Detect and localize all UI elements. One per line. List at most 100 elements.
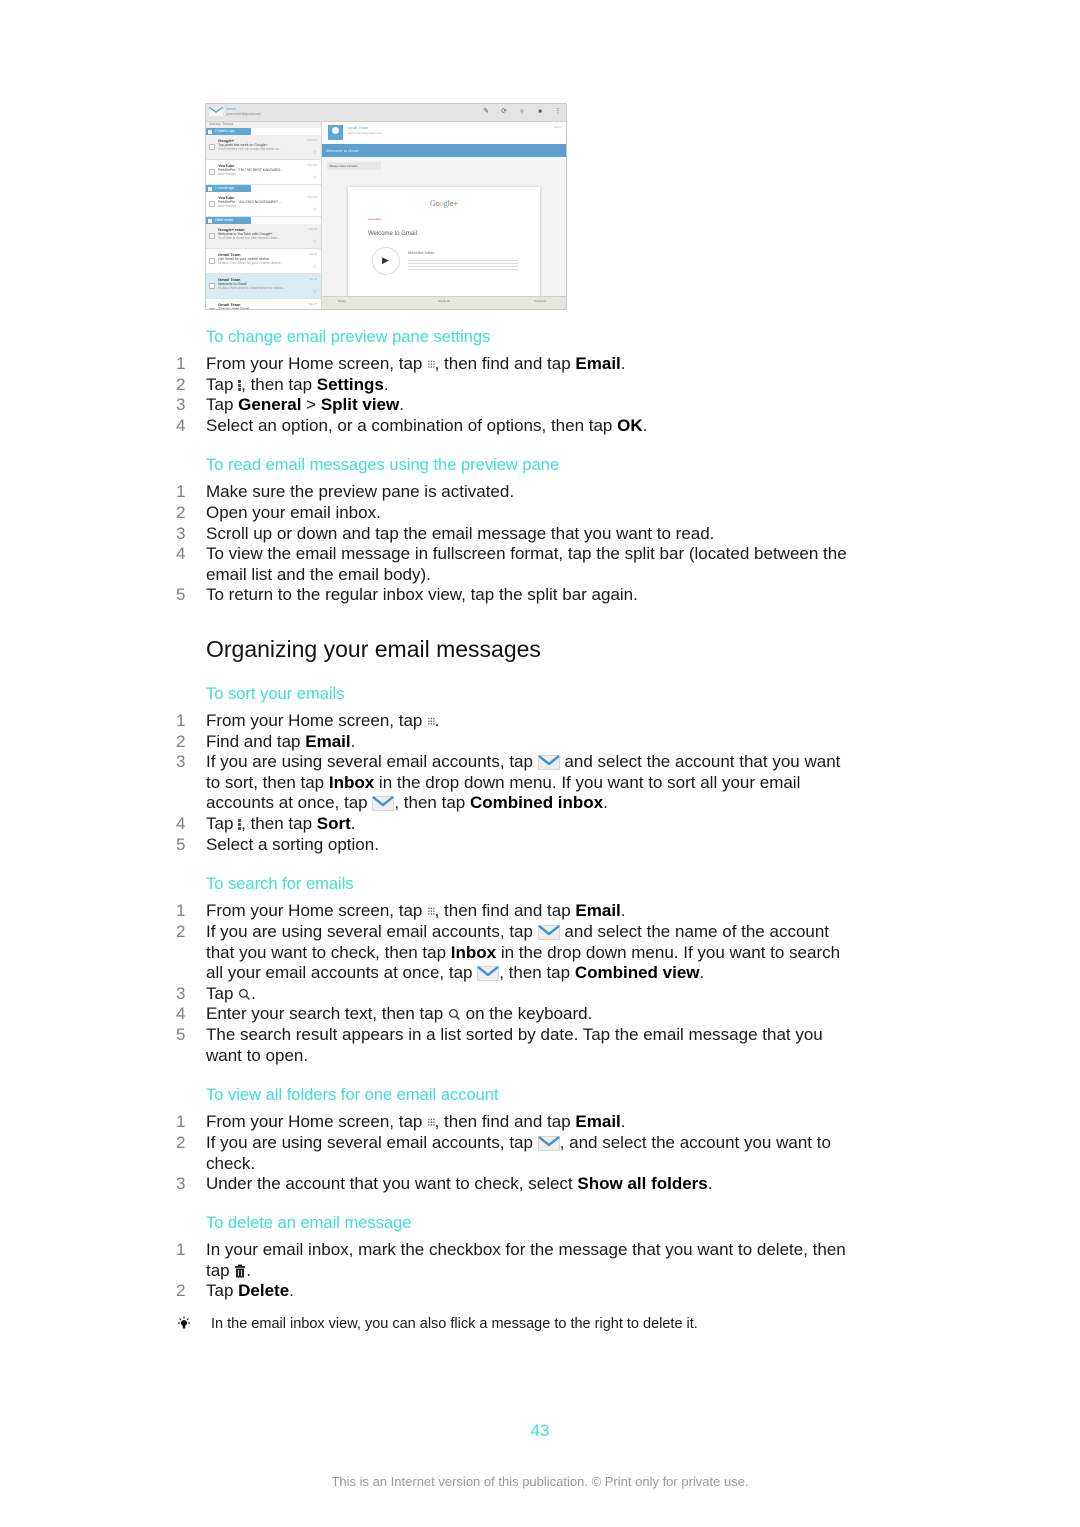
star-icon[interactable]: ☆ bbox=[313, 289, 317, 295]
step-number: 2 bbox=[176, 1281, 186, 1300]
new-inbox-label: new inbox bbox=[368, 217, 382, 221]
step-number: 2 bbox=[176, 503, 186, 522]
message-row[interactable]: Gmail Team Tips for using Gmail Nov 8 bbox=[206, 299, 321, 309]
checkbox[interactable] bbox=[209, 201, 215, 207]
ui-term: Email bbox=[575, 354, 621, 373]
ui-term: OK bbox=[617, 416, 643, 435]
step-text: Find and tap Email. bbox=[206, 732, 356, 751]
menu-icon bbox=[238, 380, 242, 391]
search-icon[interactable]: ⚲ bbox=[518, 108, 526, 116]
step-text: To return to the regular inbox view, tap… bbox=[206, 585, 638, 604]
message-from: Gmail Team bbox=[218, 252, 241, 257]
step-text: To view the email message in fullscreen … bbox=[206, 544, 847, 584]
ui-term: Combined view bbox=[574, 963, 700, 982]
step-text: Tap , then tap Settings. bbox=[206, 375, 389, 394]
step-number: 1 bbox=[176, 1112, 186, 1131]
step-text: In your email inbox, mark the checkbox f… bbox=[206, 1240, 846, 1280]
google-logo: Google+ bbox=[430, 199, 459, 208]
account-address: yourname@gmail.com bbox=[226, 112, 262, 116]
star-icon[interactable]: ☆ bbox=[313, 239, 317, 245]
step-number: 4 bbox=[176, 544, 186, 563]
refresh-icon[interactable]: ⟳ bbox=[500, 108, 508, 116]
chapter-heading: Organizing your email messages bbox=[206, 636, 541, 662]
step-number: 5 bbox=[176, 585, 186, 604]
message-row[interactable]: Gmail Team Get Gmail for your mobile dev… bbox=[206, 249, 321, 274]
step-text: Make sure the preview pane is activated. bbox=[206, 482, 515, 501]
checkbox[interactable] bbox=[209, 233, 215, 239]
ui-term: Inbox bbox=[450, 942, 497, 962]
step-text: From your Home screen, tap ⁝⁝⁝, then fin… bbox=[206, 1112, 626, 1131]
message-snippet: Hi Also Get Gmail for your mobile device… bbox=[218, 261, 284, 265]
step-text: Tap General > Split view. bbox=[206, 395, 404, 414]
step-text: Enter your search text, then tap on the … bbox=[206, 1004, 593, 1023]
reply-button[interactable]: Reply bbox=[332, 299, 352, 303]
checkbox[interactable] bbox=[209, 283, 215, 289]
preview-pane: Gmail Team mail-noreply@google.com Nov 8… bbox=[322, 122, 566, 309]
meet-inbox-text bbox=[408, 258, 518, 270]
step-number: 5 bbox=[176, 835, 186, 854]
message-date: Nov 8 bbox=[309, 302, 317, 306]
message-snippet: YouTube is more fun with friends! Also..… bbox=[218, 236, 281, 240]
step-number: 1 bbox=[176, 901, 186, 920]
email-body-card: Google+ new inbox Welcome to Gmail Meet … bbox=[348, 187, 540, 297]
group-header: Older email bbox=[206, 217, 251, 224]
message-row[interactable]: YouTube PewDiePie : "ALLYING NIGHTMARE!"… bbox=[206, 192, 321, 217]
step-text: Tap Delete. bbox=[206, 1281, 294, 1300]
play-video-icon[interactable] bbox=[372, 247, 400, 275]
message-snippet: Also Honey , ... bbox=[218, 172, 242, 176]
compose-icon[interactable]: ✎ bbox=[482, 108, 490, 116]
reply-all-button[interactable]: Reply all bbox=[434, 299, 454, 303]
step-number: 3 bbox=[176, 524, 186, 543]
section-title: To search for emails bbox=[206, 875, 354, 893]
envelope-icon bbox=[537, 1136, 560, 1151]
sender-address: mail-noreply@google.com bbox=[347, 131, 382, 135]
message-row[interactable]: YouTube PewDiePie : "I'M THE BEST KANGAR… bbox=[206, 160, 321, 185]
forward-button[interactable]: Forward bbox=[530, 299, 550, 303]
message-date: Nov 13 bbox=[307, 195, 317, 199]
app-toolbar: Inbox yourname@gmail.com ✎ ⟳ ⚲ ■ ⋮ bbox=[206, 104, 566, 122]
checkbox[interactable] bbox=[209, 169, 215, 175]
search-icon bbox=[239, 988, 251, 1000]
group-header: 2 weeks ago bbox=[206, 128, 251, 135]
ui-term: Settings bbox=[316, 375, 384, 394]
message-from: Google+ bbox=[218, 138, 235, 143]
message-row[interactable]: Google+ team Welcome to YouTube with Goo… bbox=[206, 224, 321, 249]
ui-term: Combined inbox bbox=[469, 793, 604, 812]
star-icon[interactable]: ☆ bbox=[313, 150, 317, 156]
ui-term: Email bbox=[305, 732, 351, 751]
inbox-title: Inbox bbox=[226, 106, 236, 111]
star-icon[interactable]: ☆ bbox=[313, 264, 317, 270]
step-number: 1 bbox=[176, 711, 186, 730]
message-row[interactable]: Google+ Top posts this week on Google+ V… bbox=[206, 135, 321, 160]
step-number: 4 bbox=[176, 416, 186, 435]
step-number: 2 bbox=[176, 375, 186, 394]
lightbulb-tip-icon bbox=[178, 1316, 190, 1329]
step-number: 4 bbox=[176, 814, 186, 833]
step-text: Select an option, or a combination of op… bbox=[206, 416, 648, 435]
envelope-icon bbox=[537, 925, 560, 940]
message-row-selected[interactable]: Gmail Team Welcome to Gmail Hi Also Welc… bbox=[206, 274, 321, 299]
ui-term: General bbox=[238, 395, 302, 414]
message-from: YouTube bbox=[218, 163, 235, 168]
checkbox[interactable] bbox=[209, 308, 215, 309]
show-pictures-button[interactable]: Always show pictures bbox=[327, 162, 381, 170]
trash-icon[interactable]: ■ bbox=[536, 108, 544, 116]
step-text: If you are using several email accounts,… bbox=[206, 922, 841, 982]
step-number: 3 bbox=[176, 752, 186, 771]
step-text: Tap , then tap Sort. bbox=[206, 814, 356, 833]
apps-grid-icon: ⁝⁝⁝ bbox=[427, 906, 435, 918]
step-text: The search result appears in a list sort… bbox=[206, 1025, 823, 1065]
group-header: 1 month ago bbox=[206, 185, 251, 192]
step-text: Tap . bbox=[206, 984, 256, 1003]
step-text: Select a sorting option. bbox=[206, 835, 379, 854]
action-bar: Reply Reply all Forward bbox=[322, 296, 566, 309]
section-title: To view all folders for one email accoun… bbox=[206, 1086, 499, 1104]
checkbox[interactable] bbox=[209, 144, 215, 150]
star-icon[interactable]: ☆ bbox=[313, 175, 317, 181]
section-title: To change email preview pane settings bbox=[206, 328, 491, 346]
checkbox[interactable] bbox=[209, 258, 215, 264]
step-text: From your Home screen, tap ⁝⁝⁝, then fin… bbox=[206, 354, 626, 373]
star-icon[interactable]: ☆ bbox=[313, 207, 317, 213]
menu-icon[interactable]: ⋮ bbox=[554, 108, 562, 116]
tip-text: In the email inbox view, you can also fl… bbox=[211, 1316, 698, 1332]
